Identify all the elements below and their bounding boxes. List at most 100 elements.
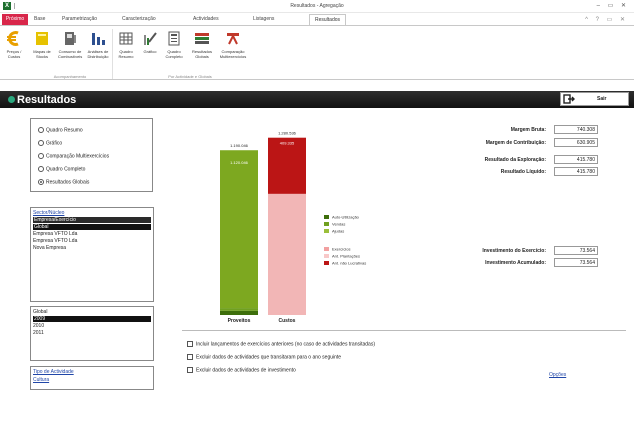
bar-total-label: 1.190.046 — [230, 143, 249, 148]
tab-parametrizacao[interactable]: Parametrização — [62, 16, 97, 22]
checkbox[interactable] — [187, 354, 193, 360]
section-divider — [182, 330, 626, 331]
header-bar: Resultados — [0, 91, 634, 108]
precos-custos-button[interactable]: Preços / Custos — [2, 30, 26, 59]
bar-segment — [268, 193, 306, 315]
grafico-button[interactable]: Gráfico — [138, 30, 162, 54]
list-item[interactable]: 2010 — [33, 323, 151, 329]
pen-chart-icon — [141, 30, 159, 47]
consumo-combustiveis-button[interactable]: Consumo de Combustíveis — [58, 30, 82, 59]
legend-swatch — [324, 261, 329, 265]
page-title: Resultados — [17, 94, 77, 106]
bar-segment-label: 1.120.046 — [230, 160, 249, 165]
radio-quadro-resumo[interactable]: Quadro Resumo — [38, 127, 83, 133]
analises-distribuicao-button[interactable]: Análises de Distribuição — [86, 30, 110, 59]
legend-swatch — [324, 254, 329, 258]
legend-label: Auto-Utilização — [332, 215, 360, 220]
quadro-completo-button[interactable]: Quadro Completo — [162, 30, 186, 59]
list-item[interactable]: Empresa VFTO Lda — [33, 231, 151, 237]
radio-label: Gráfico — [46, 140, 63, 147]
tab-file[interactable]: Próximo — [2, 14, 28, 25]
list-item[interactable]: 2011 — [33, 330, 151, 336]
bar-chart-icon — [89, 30, 107, 47]
legend-swatch — [324, 247, 329, 251]
radio-circle[interactable] — [38, 166, 44, 172]
options-link[interactable]: Opções — [549, 372, 566, 378]
map-icon — [33, 30, 51, 47]
metric-label-margem-bruta: Margem Bruta: — [510, 127, 546, 133]
legend-swatch — [324, 215, 329, 219]
quadro-completo-label: Quadro Completo — [165, 49, 183, 59]
radio-resultados-globais[interactable]: Resultados Globais — [38, 179, 89, 185]
comparacao-multiexercicios-button[interactable]: Comparação Multiexercícios — [218, 30, 248, 59]
bar-total-label: 1.280.536 — [278, 131, 297, 136]
radio-label: Comparação Multiexercícios — [46, 153, 110, 160]
legend-label: Ant. não Lucrativas — [332, 261, 366, 266]
list-item-cultura[interactable]: Cultura — [33, 377, 151, 383]
view-options-group: Quadro Resumo Gráfico Comparação Multiex… — [30, 118, 153, 192]
year-list[interactable]: Global 2009 2010 2011 — [30, 306, 154, 361]
quadro-resumo-button[interactable]: Quadro Resumo — [114, 30, 138, 59]
category-label: Custos — [279, 318, 296, 324]
tab-base[interactable]: Base — [34, 16, 45, 22]
check-excluir-transitadas[interactable]: Excluir dados de actividades que transit… — [187, 354, 341, 360]
tab-actividades[interactable]: Actividades — [193, 16, 219, 22]
window-controls[interactable]: – ▭ ✕ — [597, 2, 629, 9]
metric-value-resultado-liquido: 415.780 — [554, 167, 598, 176]
list-item[interactable]: Global — [33, 309, 151, 315]
ribbon-separator — [112, 29, 113, 79]
radio-grafico[interactable]: Gráfico — [38, 140, 62, 146]
ribbon-group-acompanhamento: Acompanhamento — [53, 74, 87, 79]
legend-swatch — [324, 222, 329, 226]
metric-value-margem-contribuicao: 630.905 — [554, 138, 598, 147]
list-item-tipo-actividade[interactable]: Tipo de Actividade — [33, 369, 151, 375]
results-icon — [193, 30, 211, 47]
list-item-selected[interactable]: 2009 — [33, 316, 151, 322]
checkbox[interactable] — [187, 367, 193, 373]
list-item-sector[interactable]: Sector/Núcleo — [33, 210, 151, 216]
mapas-stocks-button[interactable]: Mapas de Stocks — [30, 30, 54, 59]
tab-caracterizacao[interactable]: Caracterização — [122, 16, 156, 22]
bar-segment — [220, 310, 258, 315]
bar-segment — [220, 308, 258, 311]
investment-label-exercicio: Investimento do Exercício: — [482, 248, 546, 254]
resultados-globais-button[interactable]: Resultados Globais — [188, 30, 216, 59]
category-label: Proveitos — [228, 318, 251, 324]
radio-circle[interactable] — [38, 140, 44, 146]
check-excluir-investimento[interactable]: Excluir dados de actividades de investim… — [187, 367, 296, 373]
tab-listagens[interactable]: Listagens — [253, 16, 274, 22]
metric-label-resultado-exploracao: Resultado da Exploração: — [484, 157, 546, 163]
radio-circle[interactable] — [38, 127, 44, 133]
list-item-global[interactable]: Global — [33, 224, 151, 230]
list-item[interactable]: Empresa VFTO Lda — [33, 238, 151, 244]
entity-list[interactable]: Sector/Núcleo Empresa/Exercício Global E… — [30, 207, 154, 302]
activity-type-list[interactable]: Tipo de Actividade Cultura — [30, 366, 154, 390]
checkbox[interactable] — [187, 341, 193, 347]
ribbon: Preços / Custos Mapas de Stocks Consumo … — [0, 25, 634, 80]
metric-label-margem-contribuicao: Margem de Contribuição: — [485, 140, 546, 146]
radio-label: Quadro Completo — [46, 166, 86, 173]
legend-swatch — [324, 229, 329, 233]
compare-icon — [224, 30, 242, 47]
radio-comparacao[interactable]: Comparação Multiexercícios — [38, 153, 109, 159]
checkbox-label: Incluir lançamentos de exercícios anteri… — [196, 341, 375, 348]
check-incluir-anteriores[interactable]: Incluir lançamentos de exercícios anteri… — [187, 341, 375, 347]
bar-segment-label: 409.335 — [280, 141, 295, 146]
radio-quadro-completo[interactable]: Quadro Completo — [38, 166, 85, 172]
metric-value-margem-bruta: 740.308 — [554, 125, 598, 134]
title-bar: X Resultados - Agregação – ▭ ✕ — [0, 0, 634, 13]
header-bullet-icon — [8, 96, 15, 103]
precos-custos-label: Preços / Custos — [6, 49, 22, 59]
list-item-empresa-header[interactable]: Empresa/Exercício — [33, 217, 151, 223]
comparacao-multiexercicios-label: Comparação Multiexercícios — [219, 49, 247, 59]
bar-segment — [220, 150, 258, 309]
exit-button[interactable]: Sair — [560, 92, 629, 106]
list-item[interactable]: Nova Empresa — [33, 245, 151, 251]
ribbon-help-controls[interactable]: ^ ? ▭ ✕ — [585, 16, 628, 23]
checkbox-label: Excluir dados de actividades que transit… — [196, 354, 342, 361]
radio-circle[interactable] — [38, 153, 44, 159]
tab-resultados[interactable]: Resultados — [309, 14, 346, 25]
radio-circle-selected[interactable] — [38, 179, 44, 185]
ribbon-group-actividade: Por Actividade e Globais — [168, 74, 212, 79]
analises-distribuicao-label: Análises de Distribuição — [87, 49, 109, 59]
